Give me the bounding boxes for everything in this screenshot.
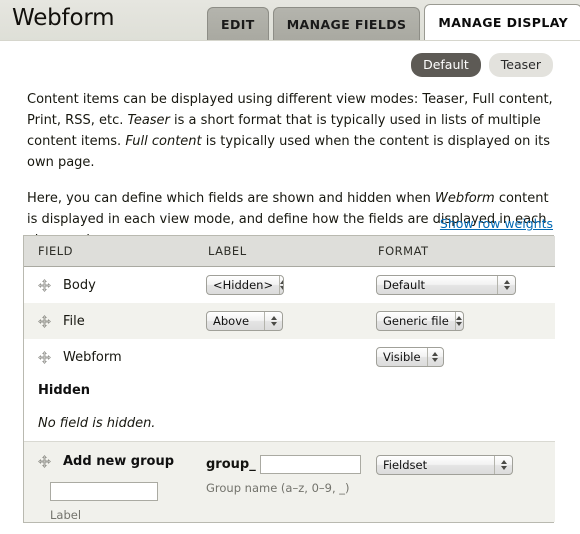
new-group-format-select[interactable]: Fieldset xyxy=(376,455,513,475)
row-label-cell-empty xyxy=(194,339,364,375)
hidden-empty-cell: No field is hidden. xyxy=(24,405,555,442)
table-header-row: FIELD LABEL FORMAT xyxy=(24,236,555,267)
add-new-group-row: Add new group Label group_ Group name (a… xyxy=(24,441,555,522)
new-group-name-prefix: group_ xyxy=(206,457,256,472)
view-mode-teaser[interactable]: Teaser xyxy=(488,53,553,77)
new-group-label-input[interactable] xyxy=(50,482,158,501)
table-row: Body <Hidden> Default xyxy=(24,266,555,303)
hidden-section-header-row: Hidden xyxy=(24,375,555,405)
row-label-cell: Above xyxy=(194,303,364,339)
field-name: Body xyxy=(63,277,96,293)
row-format-cell: Visible xyxy=(364,339,555,375)
add-new-group-name-cell: group_ Group name (a–z, 0–9, _) xyxy=(194,441,364,522)
format-select-file[interactable]: Generic file xyxy=(376,311,464,331)
new-group-format-value: Fieldset xyxy=(383,458,428,472)
select-stepper-icon xyxy=(426,348,443,366)
tab-manage-fields[interactable]: MANAGE FIELDS xyxy=(272,7,421,40)
drag-cross-icon[interactable] xyxy=(38,278,51,292)
select-stepper-icon xyxy=(454,312,463,330)
intro-p2-seg1: Here, you can define which fields are sh… xyxy=(27,191,436,206)
label-select-value: Above xyxy=(213,314,250,328)
label-select-body[interactable]: <Hidden> xyxy=(206,275,284,295)
hidden-section-cell: Hidden xyxy=(24,375,555,405)
select-stepper-icon xyxy=(494,456,512,474)
add-new-group-title: Add new group xyxy=(63,454,175,469)
field-name: File xyxy=(63,313,85,329)
row-field-cell: Webform xyxy=(24,339,194,375)
hidden-empty-message: No field is hidden. xyxy=(38,415,156,431)
column-header-field: FIELD xyxy=(24,236,194,267)
select-stepper-icon xyxy=(264,312,282,330)
primary-tab-bar: EDIT MANAGE FIELDS MANAGE DISPLAY xyxy=(207,4,580,40)
page-header: Webform EDIT MANAGE FIELDS MANAGE DISPLA… xyxy=(0,0,580,41)
row-field-cell: File xyxy=(24,303,194,339)
table-row: File Above Generic file xyxy=(24,303,555,339)
column-header-format: FORMAT xyxy=(364,236,555,267)
manage-display-table: FIELD LABEL FORMAT Body <Hidden> Default… xyxy=(23,235,555,523)
format-select-value: Generic file xyxy=(383,314,449,328)
tab-manage-display[interactable]: MANAGE DISPLAY xyxy=(424,4,580,40)
intro-p1-em-teaser: Teaser xyxy=(127,113,170,128)
row-label-cell: <Hidden> xyxy=(194,266,364,303)
format-select-value: Default xyxy=(383,278,426,292)
select-stepper-icon xyxy=(497,276,515,294)
format-select-webform[interactable]: Visible xyxy=(376,347,444,367)
label-select-file[interactable]: Above xyxy=(206,311,283,331)
new-group-name-input[interactable] xyxy=(259,455,361,474)
intro-p2-em-webform: Webform xyxy=(435,191,495,206)
intro-p1-em-full-content: Full content xyxy=(125,134,202,149)
show-row-weights-link[interactable]: Show row weights xyxy=(440,216,553,231)
view-mode-default[interactable]: Default xyxy=(411,53,481,77)
drag-cross-icon[interactable] xyxy=(38,350,51,364)
add-new-group-format-cell: Fieldset xyxy=(364,441,555,522)
tab-edit[interactable]: EDIT xyxy=(207,7,269,40)
drag-cross-icon[interactable] xyxy=(38,455,51,468)
add-new-group-field-cell: Add new group Label xyxy=(24,441,194,522)
new-group-label-hint: Label xyxy=(50,508,82,522)
table-row: Webform Visible xyxy=(24,339,555,375)
drag-cross-icon[interactable] xyxy=(38,314,51,328)
select-stepper-icon xyxy=(279,276,283,294)
format-select-body[interactable]: Default xyxy=(376,275,516,295)
row-format-cell: Default xyxy=(364,266,555,303)
hidden-empty-row: No field is hidden. xyxy=(24,405,555,442)
row-field-cell: Body xyxy=(24,266,194,303)
row-format-cell: Generic file xyxy=(364,303,555,339)
field-name: Webform xyxy=(63,349,122,365)
hidden-section-title: Hidden xyxy=(38,382,91,398)
intro-paragraph-1: Content items can be displayed using dif… xyxy=(27,89,554,173)
column-header-label: LABEL xyxy=(194,236,364,267)
format-select-value: Visible xyxy=(383,350,421,364)
new-group-name-hint: Group name (a–z, 0–9, _) xyxy=(206,481,350,495)
label-select-value: <Hidden> xyxy=(213,278,274,292)
page-title: Webform xyxy=(12,5,115,31)
view-mode-tabs: Default Teaser xyxy=(411,53,553,77)
